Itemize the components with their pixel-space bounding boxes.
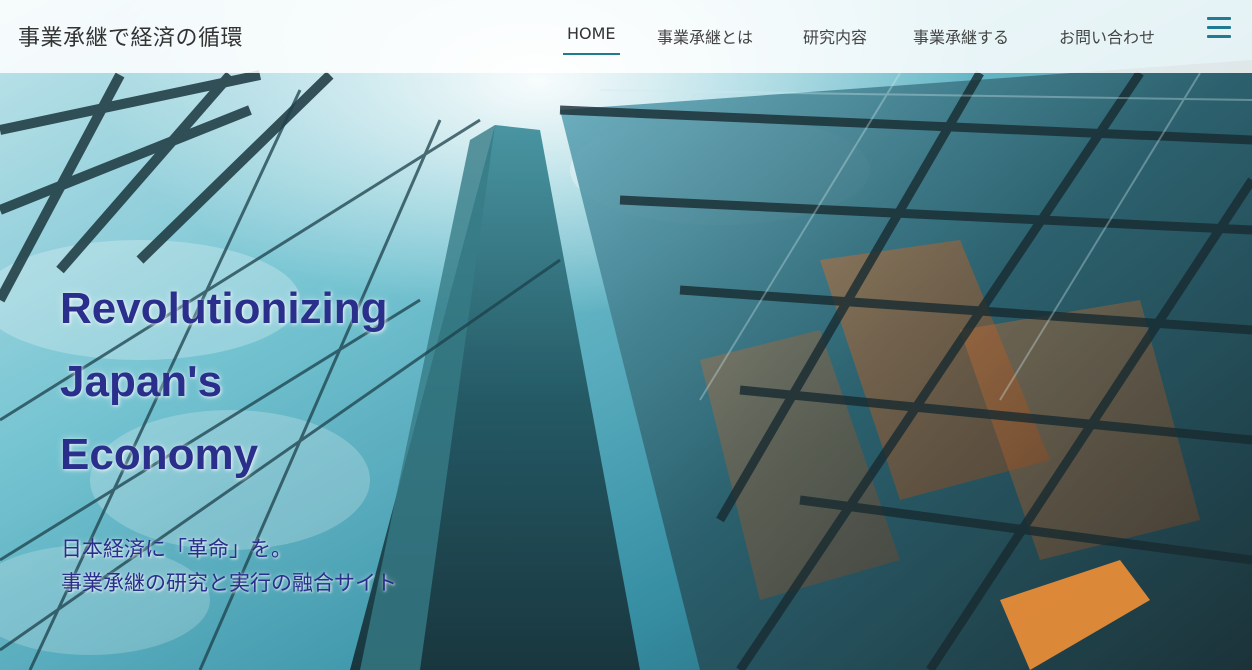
hero-headline-line: Revolutionizing	[60, 284, 388, 333]
hero-headline-line: Japan's	[60, 357, 223, 406]
hamburger-bar	[1207, 35, 1231, 38]
main-nav: HOME 事業承継とは 研究内容 事業承継する お問い合わせ	[0, 0, 1252, 73]
nav-contact[interactable]: お問い合わせ	[1059, 24, 1155, 48]
hero-headline: Revolutionizing Japan's Economy	[60, 272, 388, 491]
nav-do-succession[interactable]: 事業承継する	[913, 24, 1009, 48]
nav-about-succession[interactable]: 事業承継とは	[657, 24, 753, 48]
nav-active-indicator	[563, 53, 620, 55]
hamburger-icon[interactable]	[1207, 17, 1231, 39]
hamburger-bar	[1207, 17, 1231, 20]
hero-tagline: 日本経済に「革命」を。 事業承継の研究と実行の融合サイト	[61, 532, 397, 600]
hero-tagline-line: 事業承継の研究と実行の融合サイト	[61, 571, 397, 595]
hamburger-bar	[1207, 26, 1231, 29]
site-header: 事業承継で経済の循環 HOME 事業承継とは 研究内容 事業承継する お問い合わ…	[0, 0, 1252, 73]
hero-headline-line: Economy	[60, 430, 259, 479]
nav-home[interactable]: HOME	[567, 24, 616, 43]
hero-tagline-line: 日本経済に「革命」を。	[61, 537, 292, 561]
page: 事業承継で経済の循環 HOME 事業承継とは 研究内容 事業承継する お問い合わ…	[0, 0, 1252, 670]
nav-research[interactable]: 研究内容	[803, 24, 867, 48]
